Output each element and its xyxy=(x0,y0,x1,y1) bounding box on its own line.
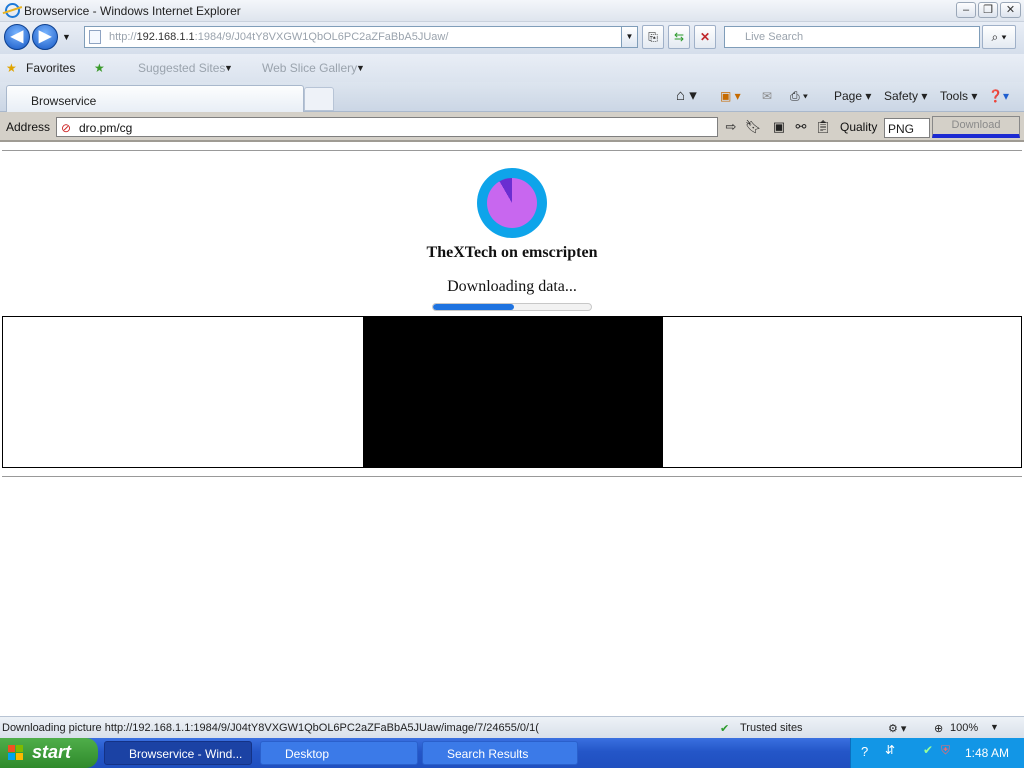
favorites-button[interactable]: Favorites xyxy=(26,61,75,75)
tools-menu[interactable]: Tools ▾ xyxy=(940,89,977,103)
address-text[interactable]: http://192.168.1.1:1984/9/J04tY8VXGW1QbO… xyxy=(109,31,609,43)
restore-button[interactable]: ❐ xyxy=(978,2,998,18)
ie-icon xyxy=(5,3,20,18)
close-window-button[interactable]: ✕ xyxy=(1000,2,1021,18)
security-shield-icon[interactable]: ⛨ xyxy=(941,743,950,758)
history-dropdown-icon[interactable]: ▼ xyxy=(62,32,71,42)
safety-menu[interactable]: Safety ▾ xyxy=(884,89,927,103)
tab-bar: Browservice ⌂ ▾ ▣ ▾ ✉ ⎙ ▾ Page ▾ Safety … xyxy=(0,82,1024,112)
status-message: Downloading picture http://192.168.1.1:1… xyxy=(2,722,539,734)
clipboard-icon[interactable]: 📋︎ xyxy=(814,118,832,136)
bookmark-icon[interactable]: 🔖︎ xyxy=(744,118,762,136)
trusted-check-icon: ✔ xyxy=(720,723,730,735)
page-menu[interactable]: Page ▾ xyxy=(834,89,871,103)
back-icon[interactable]: ◀ xyxy=(4,24,30,50)
taskbar-item-browservice[interactable]: Browservice - Wind... xyxy=(104,741,252,765)
browservice-toolbar: Address ⊘ dro.pm/cg ⇨ 🔖︎ ▣ ⚯ 📋︎ Quality … xyxy=(0,112,1024,142)
task-label: Browservice - Wind... xyxy=(129,747,243,761)
taskbar-item-search-results[interactable]: Search Results xyxy=(422,741,578,765)
forward-icon[interactable]: ▶ xyxy=(32,24,58,50)
windows-flag-icon xyxy=(8,745,24,761)
find-icon[interactable]: ⚯ xyxy=(792,118,810,136)
print-icon[interactable]: ⎙ ▾ xyxy=(790,89,808,104)
url-value[interactable]: dro.pm/cg xyxy=(79,121,132,135)
divider xyxy=(2,476,1022,477)
task-label: Desktop xyxy=(285,747,330,761)
help-icon[interactable]: ❓▾ xyxy=(988,89,1009,103)
insecure-icon: ⊘ xyxy=(61,121,72,135)
quality-label: Quality xyxy=(840,120,878,134)
stop-icon[interactable]: ✕ xyxy=(694,25,716,49)
logo-inner xyxy=(487,178,537,228)
game-canvas[interactable] xyxy=(2,316,1022,468)
security-zone[interactable]: Trusted sites xyxy=(740,722,803,734)
home-icon[interactable]: ⌂ ▾ xyxy=(676,86,697,104)
address-bar[interactable]: http://192.168.1.1:1984/9/J04tY8VXGW1QbO… xyxy=(84,26,638,48)
window-title: Browservice - Windows Internet Explorer xyxy=(24,4,241,18)
start-button[interactable]: start xyxy=(0,738,98,768)
url-input[interactable]: ⊘ dro.pm/cg xyxy=(56,117,718,137)
canvas-black-area[interactable] xyxy=(363,317,663,467)
zoom-page-icon[interactable]: ▣ xyxy=(770,118,788,136)
tab-browservice[interactable]: Browservice xyxy=(6,85,304,112)
favorites-bar: ★ Favorites ★ Suggested Sites ▼ Web Slic… xyxy=(0,54,1024,82)
app-title: TheXTech on emscripten xyxy=(426,244,598,261)
navigation-bar: ◀ ▶ ▼ http://192.168.1.1:1984/9/J04tY8VX… xyxy=(0,22,1024,54)
help-tray-icon[interactable]: ? xyxy=(861,744,868,759)
system-tray: ? ⇵ ✔ ⛨ 1:48 AM xyxy=(850,738,1024,768)
tab-label: Browservice xyxy=(31,94,97,108)
address-label: Address xyxy=(6,120,51,134)
quality-select[interactable]: PNG xyxy=(884,118,930,138)
start-label: start xyxy=(32,742,72,762)
clock: 1:48 AM xyxy=(965,746,1010,760)
new-tab-button[interactable] xyxy=(304,87,334,111)
compatibility-icon[interactable]: ⎘ xyxy=(642,25,664,49)
rss-icon[interactable]: ▣ ▾ xyxy=(720,89,741,103)
loading-status: Downloading data... xyxy=(447,278,577,295)
mail-icon[interactable]: ✉ xyxy=(762,89,772,103)
suggested-sites-link[interactable]: Suggested Sites xyxy=(138,61,225,75)
web-slice-gallery-link[interactable]: Web Slice Gallery xyxy=(262,61,357,75)
address-dropdown-icon[interactable]: ▼ xyxy=(621,27,637,47)
star-icon: ★ xyxy=(6,61,17,75)
network-icon[interactable]: ⇵ xyxy=(885,743,895,757)
refresh-icon[interactable]: ⇆ xyxy=(668,25,690,49)
app-logo xyxy=(477,168,547,238)
download-button[interactable]: Download xyxy=(932,116,1020,138)
window-title-bar: Browservice - Windows Internet Explorer … xyxy=(0,0,1024,22)
search-icon[interactable]: ⌕ ▾ xyxy=(982,25,1016,49)
zoom-icon[interactable]: ⊕ xyxy=(934,722,943,735)
status-bar: Downloading picture http://192.168.1.1:1… xyxy=(0,716,1024,738)
zoom-level[interactable]: 100% xyxy=(950,722,978,734)
divider xyxy=(2,150,1022,151)
go-icon[interactable]: ⇨ xyxy=(722,118,740,136)
protected-mode-icon[interactable]: ⚙ ▾ xyxy=(888,722,906,735)
minimize-button[interactable]: – xyxy=(956,2,976,18)
page-content: TheXTech on emscripten Downloading data.… xyxy=(0,144,1024,716)
progress-fill xyxy=(433,304,514,310)
search-input[interactable]: Live Search xyxy=(724,26,980,48)
suggested-dropdown-icon[interactable]: ▼ xyxy=(224,63,233,73)
download-progress-bar xyxy=(432,303,592,311)
page-icon xyxy=(89,30,101,44)
task-label: Search Results xyxy=(447,747,529,761)
webslice-dropdown-icon[interactable]: ▼ xyxy=(356,63,365,73)
taskbar: start Browservice - Wind... Desktop Sear… xyxy=(0,738,1024,768)
add-favorite-icon[interactable]: ★ xyxy=(94,61,105,75)
zoom-dropdown-icon[interactable]: ▼ xyxy=(990,722,999,732)
quality-value[interactable]: PNG xyxy=(888,122,914,136)
tray-app-icon[interactable]: ✔ xyxy=(923,743,933,757)
search-placeholder: Live Search xyxy=(745,31,804,43)
taskbar-item-desktop[interactable]: Desktop xyxy=(260,741,418,765)
